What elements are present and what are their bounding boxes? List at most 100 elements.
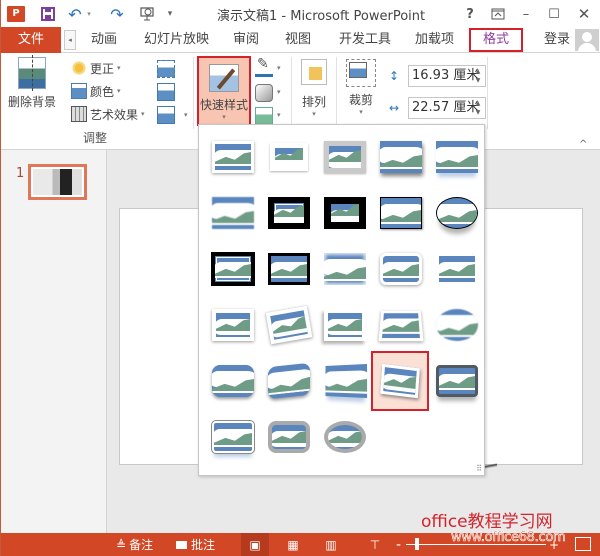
close-button[interactable]: ✕ (575, 4, 593, 24)
picture-style-metal-oval[interactable] (317, 409, 373, 465)
reading-view-icon[interactable]: ▥ (317, 533, 345, 556)
reset-picture-dropdown-icon[interactable]: ▾ (184, 111, 188, 119)
picture-style-center-shadow-rectangle[interactable] (317, 241, 373, 297)
corrections-button[interactable]: 更正 ▾ (71, 58, 121, 78)
user-avatar-icon[interactable] (575, 29, 599, 51)
comments-label: 批注 (191, 538, 216, 552)
resize-grip-icon[interactable]: ⠿ (476, 464, 482, 473)
minimize-button[interactable]: – (517, 4, 535, 24)
change-picture-icon[interactable] (157, 83, 175, 101)
spin-down-icon[interactable]: ▼ (474, 76, 482, 85)
height-input[interactable]: 16.93 厘米 ▲ ▼ (408, 65, 486, 87)
compress-pictures-icon[interactable] (157, 60, 175, 78)
picture-style-beveled-matte-white[interactable] (261, 129, 317, 185)
picture-style-reflected-bevel-black[interactable] (429, 353, 485, 409)
redo-icon[interactable]: ↷ (109, 4, 125, 24)
picture-style-reflected-rounded-rectangle[interactable] (429, 129, 485, 185)
width-input[interactable]: 22.57 厘米 ▲ ▼ (408, 97, 486, 119)
slide-sorter-icon[interactable]: ▦ (279, 533, 307, 556)
tab-addins[interactable]: 加载项 (415, 27, 454, 53)
picture-style-moderate-frame-white[interactable] (205, 297, 261, 353)
group-separator (487, 57, 488, 129)
artistic-effects-button[interactable]: 艺术效果 ▾ (71, 104, 145, 124)
notes-button[interactable]: ≜ 备注 (116, 533, 153, 556)
tab-view[interactable]: 视图 (285, 27, 311, 53)
picture-style-bevel-perspective[interactable] (261, 353, 317, 409)
spin-down-icon[interactable]: ▼ (474, 108, 482, 117)
undo-icon[interactable]: ↶ (67, 4, 83, 24)
picture-style-preview-icon (436, 197, 478, 229)
width-row: ↔ 22.57 厘米 ▲ ▼ (383, 97, 486, 119)
picture-effects-icon[interactable] (255, 84, 273, 102)
picture-style-moderate-frame-black[interactable] (261, 241, 317, 297)
picture-style-soft-edge-rectangle[interactable] (205, 185, 261, 241)
slideshow-icon[interactable]: ⊤ (361, 533, 389, 556)
height-spinner[interactable]: ▲ ▼ (474, 67, 482, 85)
picture-style-soft-edge-oval[interactable] (429, 297, 485, 353)
picture-style-compound-frame-black[interactable] (205, 241, 261, 297)
tab-developer[interactable]: 开发工具 (339, 27, 391, 53)
ribbon-display-options-icon[interactable] (489, 4, 507, 24)
normal-view-icon[interactable]: ▣ (241, 533, 269, 556)
zoom-slider-thumb[interactable] (415, 538, 419, 550)
arrange-icon (301, 59, 327, 85)
picture-style-thick-matte-black[interactable] (317, 185, 373, 241)
picture-style-snip-diagonal-corner-white[interactable] (429, 241, 485, 297)
picture-style-double-frame-black[interactable] (261, 185, 317, 241)
tab-file[interactable]: 文件 (1, 27, 61, 53)
slide-thumbnail[interactable] (28, 164, 87, 200)
zoom-out-button[interactable]: - (396, 533, 401, 556)
help-button[interactable]: ? (463, 4, 477, 24)
picture-style-beveled-oval-black[interactable] (429, 185, 485, 241)
tab-review[interactable]: 审阅 (233, 27, 259, 53)
reset-picture-icon[interactable] (157, 106, 175, 124)
comments-button[interactable]: 批注 (176, 533, 215, 556)
sign-in-link[interactable]: 登录 (544, 27, 570, 53)
picture-style-rounded-diagonal-corner-white[interactable] (373, 241, 429, 297)
picture-style-reflected-bevel-white[interactable] (205, 409, 261, 465)
picture-style-reflected-perspective-right[interactable] (317, 353, 373, 409)
picture-style-bevel-rectangle[interactable] (205, 353, 261, 409)
customize-qat-icon[interactable]: ▾ (165, 4, 175, 24)
collapse-ribbon-icon[interactable]: ^ (579, 139, 587, 150)
width-spinner[interactable]: ▲ ▼ (474, 99, 482, 117)
picture-style-bevel-perspective-left-white[interactable] (371, 351, 429, 411)
picture-style-preview-icon (212, 365, 254, 397)
chevron-down-icon: ▾ (117, 64, 121, 72)
group-separator (291, 57, 292, 129)
picture-style-metal-frame[interactable] (317, 129, 373, 185)
picture-effects-dropdown-icon[interactable]: ▾ (277, 88, 281, 96)
height-value: 16.93 厘米 (412, 68, 480, 83)
picture-style-perspective-shadow-white[interactable] (317, 297, 373, 353)
crop-button[interactable]: 裁剪 ▾ (341, 59, 381, 116)
quick-styles-button[interactable]: 快速样式 ▾ (197, 56, 251, 126)
picture-layout-dropdown-icon[interactable]: ▾ (277, 111, 281, 119)
picture-style-relaxed-perspective-white[interactable] (373, 297, 429, 353)
picture-style-metal-rounded-rectangle[interactable] (261, 409, 317, 465)
picture-border-dropdown-icon[interactable]: ▾ (277, 64, 281, 72)
remove-background-button[interactable]: 删除背景 (5, 55, 59, 110)
tab-animations[interactable]: 动画 (91, 27, 117, 53)
picture-style-rotated-white[interactable] (261, 297, 317, 353)
tab-format[interactable]: 格式 (469, 28, 524, 52)
spin-up-icon[interactable]: ▲ (474, 99, 482, 108)
tab-slideshow[interactable]: 幻灯片放映 (144, 27, 209, 53)
tab-scroll-left-button[interactable]: ◂ (64, 30, 76, 50)
picture-style-drop-shadow-rectangle[interactable] (373, 129, 429, 185)
maximize-button[interactable]: ☐ (545, 4, 563, 24)
picture-style-simple-frame-white[interactable] (205, 129, 261, 185)
picture-style-preview-icon (436, 253, 478, 285)
arrange-button[interactable]: 排列 ▾ (297, 59, 331, 118)
picture-style-simple-frame-black[interactable] (373, 185, 429, 241)
save-icon[interactable] (39, 4, 57, 24)
undo-dropdown-icon[interactable]: ▾ (85, 4, 93, 24)
width-icon: ↔ (388, 101, 400, 115)
picture-style-preview-icon (324, 197, 366, 229)
slide-number: 1 (16, 166, 25, 181)
fit-slide-icon[interactable] (575, 537, 591, 551)
spin-up-icon[interactable]: ▲ (474, 67, 482, 76)
picture-layout-icon[interactable] (255, 107, 273, 125)
present-from-start-icon[interactable] (137, 4, 157, 24)
picture-border-icon[interactable] (255, 56, 273, 77)
color-button[interactable]: 颜色 ▾ (71, 81, 121, 101)
